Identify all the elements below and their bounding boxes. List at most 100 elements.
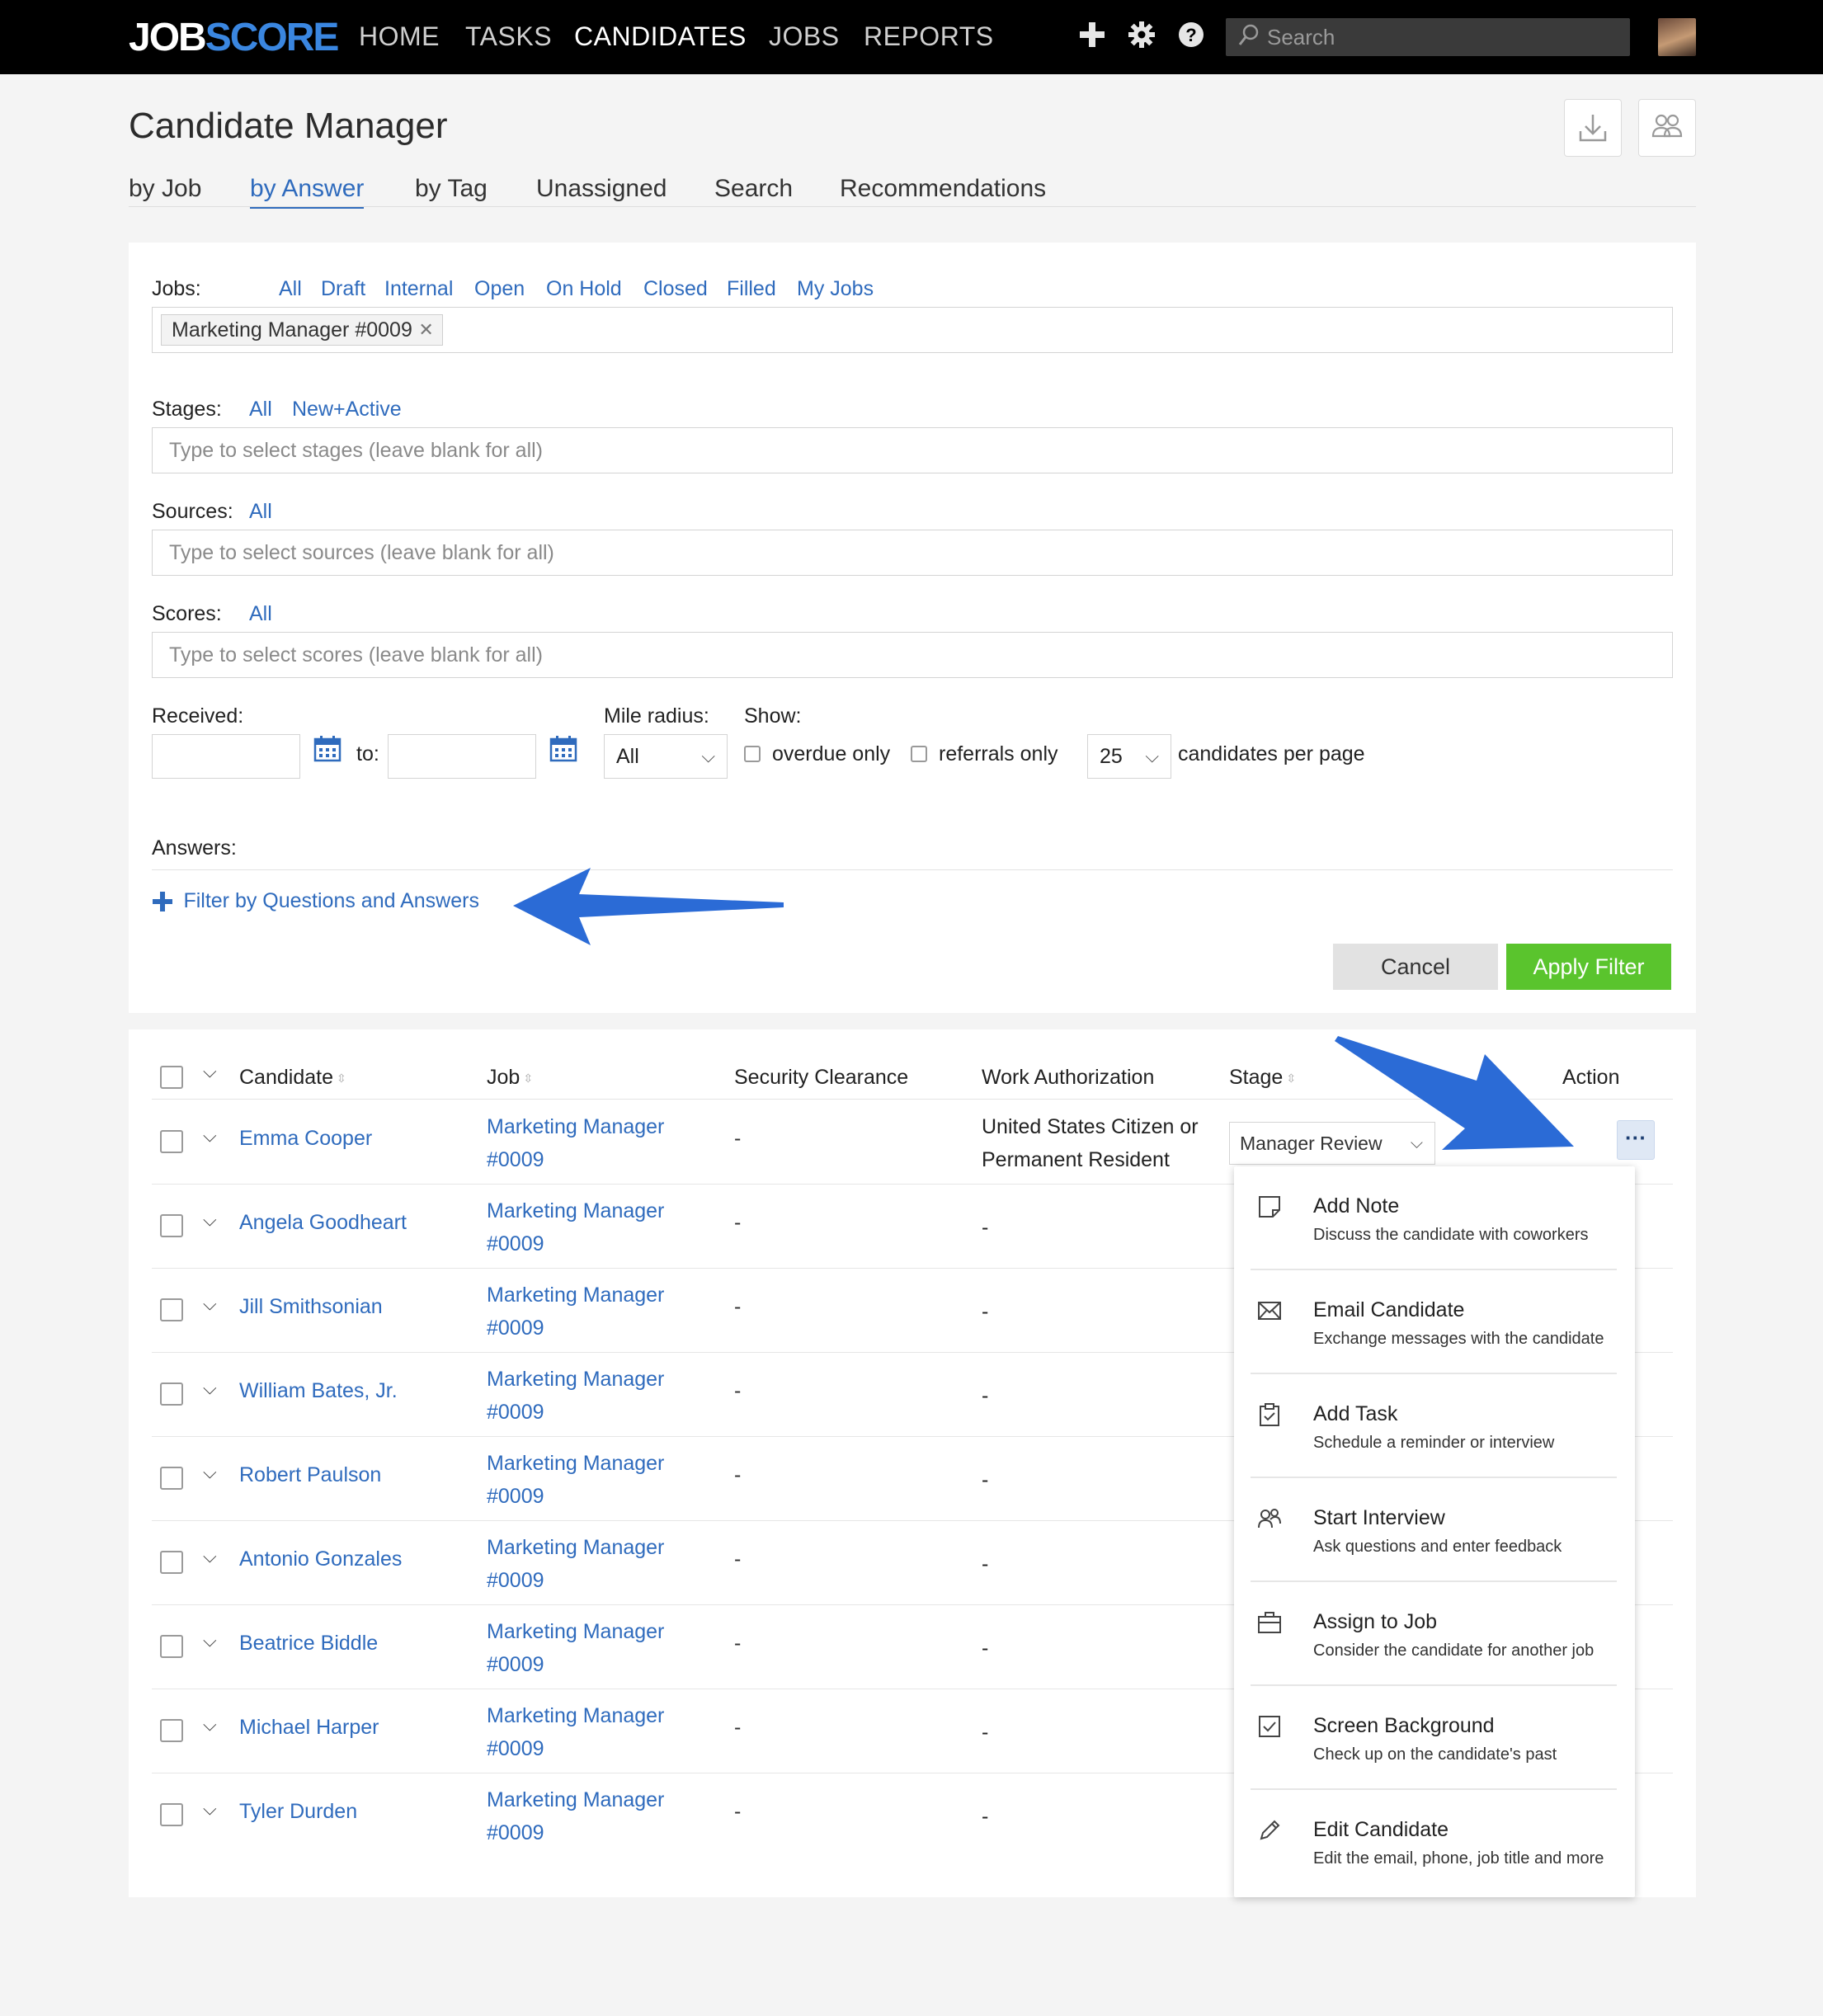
jobs-select-field[interactable]: Marketing Manager #0009 ✕ bbox=[152, 307, 1673, 353]
row-checkbox[interactable] bbox=[160, 1635, 183, 1658]
global-search[interactable] bbox=[1226, 18, 1630, 56]
candidate-name-link[interactable]: William Bates, Jr. bbox=[239, 1379, 398, 1403]
job-link[interactable]: Marketing Manager #0009 bbox=[487, 1194, 701, 1260]
candidate-name-link[interactable]: Beatrice Biddle bbox=[239, 1632, 378, 1656]
jobs-filter-filled[interactable]: Filled bbox=[727, 277, 776, 301]
received-to-input[interactable] bbox=[389, 735, 535, 778]
chevron-down-icon[interactable]: ⌵ bbox=[203, 1714, 217, 1736]
nav-reports[interactable]: REPORTS bbox=[864, 21, 994, 52]
jobs-filter-internal[interactable]: Internal bbox=[384, 277, 453, 301]
overdue-only-checkbox[interactable] bbox=[744, 746, 761, 762]
plus-icon[interactable] bbox=[1077, 20, 1107, 49]
menu-item-screen-background[interactable]: Screen Background Check up on the candid… bbox=[1251, 1686, 1617, 1790]
tab-by-tag[interactable]: by Tag bbox=[415, 175, 488, 203]
jobscore-logo[interactable]: JOBSCORE bbox=[129, 15, 339, 60]
row-checkbox[interactable] bbox=[160, 1382, 183, 1406]
candidate-name-link[interactable]: Michael Harper bbox=[239, 1716, 379, 1740]
download-button[interactable] bbox=[1564, 99, 1622, 157]
candidate-name-link[interactable]: Tyler Durden bbox=[239, 1800, 357, 1824]
candidate-name-link[interactable]: Antonio Gonzales bbox=[239, 1547, 402, 1571]
help-icon[interactable]: ? bbox=[1176, 20, 1206, 49]
received-from-field[interactable] bbox=[152, 734, 300, 779]
sources-select-field[interactable] bbox=[152, 530, 1673, 576]
stages-select-field[interactable] bbox=[152, 427, 1673, 473]
chevron-down-icon[interactable]: ⌵ bbox=[203, 1630, 217, 1651]
calendar-icon[interactable] bbox=[549, 734, 577, 762]
select-all-checkbox[interactable] bbox=[160, 1066, 183, 1089]
chevron-down-icon[interactable]: ⌵ bbox=[203, 1209, 217, 1231]
action-menu-button[interactable]: ··· bbox=[1617, 1120, 1655, 1160]
user-avatar[interactable] bbox=[1658, 18, 1696, 56]
jobs-filter-draft[interactable]: Draft bbox=[321, 277, 365, 301]
sources-input[interactable] bbox=[153, 530, 1672, 575]
sources-filter-all[interactable]: All bbox=[249, 500, 272, 524]
job-link[interactable]: Marketing Manager #0009 bbox=[487, 1783, 701, 1849]
candidate-name-link[interactable]: Robert Paulson bbox=[239, 1463, 381, 1487]
row-checkbox[interactable] bbox=[160, 1719, 183, 1742]
remove-chip-icon[interactable]: ✕ bbox=[418, 315, 433, 345]
stages-filter-new-active[interactable]: New+Active bbox=[292, 398, 402, 422]
jobs-filter-on-hold[interactable]: On Hold bbox=[546, 277, 622, 301]
tab-search[interactable]: Search bbox=[714, 175, 793, 203]
job-link[interactable]: Marketing Manager #0009 bbox=[487, 1447, 701, 1513]
apply-filter-button[interactable]: Apply Filter bbox=[1506, 944, 1671, 990]
row-checkbox[interactable] bbox=[160, 1467, 183, 1490]
job-link[interactable]: Marketing Manager #0009 bbox=[487, 1279, 701, 1345]
received-from-input[interactable] bbox=[153, 735, 299, 778]
chevron-down-icon[interactable]: ⌵ bbox=[203, 1061, 217, 1082]
scores-select-field[interactable] bbox=[152, 632, 1673, 678]
jobs-filter-all[interactable]: All bbox=[279, 277, 302, 301]
menu-item-email-candidate[interactable]: Email Candidate Exchange messages with t… bbox=[1251, 1270, 1617, 1374]
chevron-down-icon[interactable]: ⌵ bbox=[203, 1378, 217, 1399]
tab-by-answer[interactable]: by Answer bbox=[250, 175, 365, 209]
menu-item-edit-candidate[interactable]: Edit Candidate Edit the email, phone, jo… bbox=[1251, 1790, 1617, 1894]
tab-unassigned[interactable]: Unassigned bbox=[536, 175, 667, 203]
nav-candidates[interactable]: CANDIDATES bbox=[574, 21, 747, 52]
cancel-button[interactable]: Cancel bbox=[1333, 944, 1498, 990]
candidate-name-link[interactable]: Angela Goodheart bbox=[239, 1211, 407, 1235]
job-link[interactable]: Marketing Manager #0009 bbox=[487, 1615, 701, 1681]
tab-by-job[interactable]: by Job bbox=[129, 175, 201, 203]
filter-qa-link[interactable]: Filter by Questions and Answers bbox=[152, 889, 479, 913]
gear-icon[interactable] bbox=[1127, 20, 1156, 49]
column-header-stage[interactable]: Stage ⇳ bbox=[1229, 1066, 1296, 1090]
nav-jobs[interactable]: JOBS bbox=[769, 21, 840, 52]
nav-home[interactable]: HOME bbox=[359, 21, 440, 52]
row-checkbox[interactable] bbox=[160, 1130, 183, 1153]
chevron-down-icon[interactable]: ⌵ bbox=[203, 1125, 217, 1147]
row-checkbox[interactable] bbox=[160, 1551, 183, 1574]
column-header-job[interactable]: Job ⇳ bbox=[487, 1066, 533, 1090]
jobs-filter-open[interactable]: Open bbox=[474, 277, 525, 301]
search-input[interactable] bbox=[1265, 23, 1612, 51]
team-button[interactable] bbox=[1638, 99, 1696, 157]
received-to-field[interactable] bbox=[388, 734, 536, 779]
column-header-candidate[interactable]: Candidate ⇳ bbox=[239, 1066, 346, 1090]
menu-item-add-task[interactable]: Add Task Schedule a reminder or intervie… bbox=[1251, 1374, 1617, 1478]
job-link[interactable]: Marketing Manager #0009 bbox=[487, 1699, 701, 1765]
mile-radius-select[interactable]: All ⌵ bbox=[604, 734, 728, 779]
menu-item-assign-to-job[interactable]: Assign to Job Consider the candidate for… bbox=[1251, 1582, 1617, 1686]
jobs-filter-closed[interactable]: Closed bbox=[643, 277, 708, 301]
row-checkbox[interactable] bbox=[160, 1214, 183, 1237]
calendar-icon[interactable] bbox=[313, 734, 342, 762]
job-link[interactable]: Marketing Manager #0009 bbox=[487, 1531, 701, 1597]
candidate-name-link[interactable]: Jill Smithsonian bbox=[239, 1295, 383, 1319]
jobs-filter-my-jobs[interactable]: My Jobs bbox=[797, 277, 874, 301]
chevron-down-icon[interactable]: ⌵ bbox=[203, 1293, 217, 1315]
chevron-down-icon[interactable]: ⌵ bbox=[203, 1546, 217, 1567]
chevron-down-icon[interactable]: ⌵ bbox=[203, 1462, 217, 1483]
candidate-name-link[interactable]: Emma Cooper bbox=[239, 1127, 372, 1151]
stages-filter-all[interactable]: All bbox=[249, 398, 272, 422]
scores-filter-all[interactable]: All bbox=[249, 602, 272, 626]
stages-input[interactable] bbox=[153, 428, 1672, 473]
nav-tasks[interactable]: TASKS bbox=[465, 21, 552, 52]
scores-input[interactable] bbox=[153, 633, 1672, 677]
job-link[interactable]: Marketing Manager #0009 bbox=[487, 1110, 701, 1176]
menu-item-add-note[interactable]: Add Note Discuss the candidate with cowo… bbox=[1251, 1166, 1617, 1270]
job-link[interactable]: Marketing Manager #0009 bbox=[487, 1363, 701, 1429]
row-checkbox[interactable] bbox=[160, 1803, 183, 1826]
tab-recommendations[interactable]: Recommendations bbox=[840, 175, 1046, 203]
chevron-down-icon[interactable]: ⌵ bbox=[203, 1798, 217, 1820]
menu-item-start-interview[interactable]: Start Interview Ask questions and enter … bbox=[1251, 1478, 1617, 1582]
per-page-select[interactable]: 25 ⌵ bbox=[1087, 734, 1171, 779]
